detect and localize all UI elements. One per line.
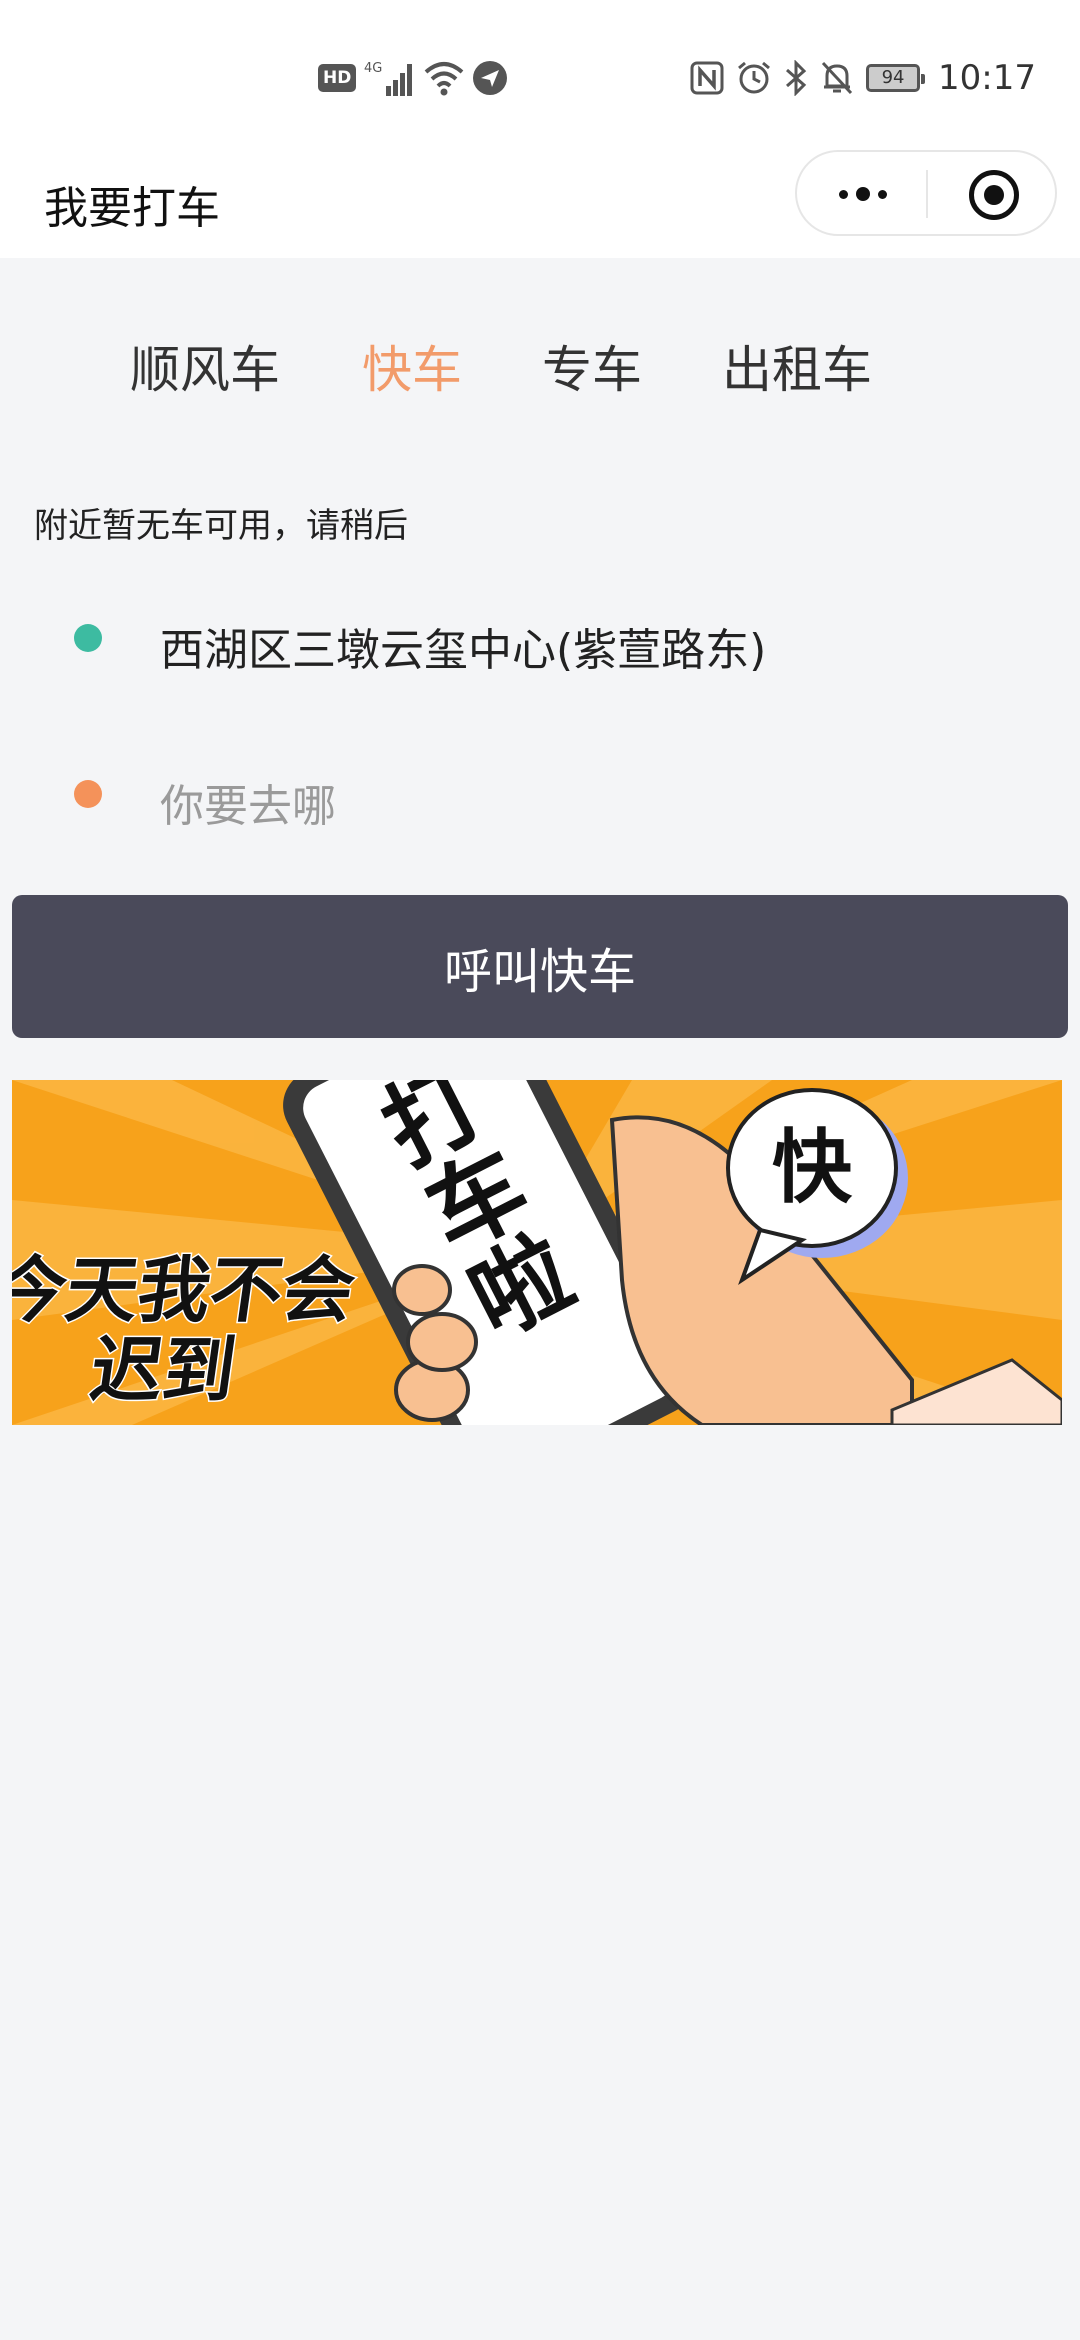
clock: 10:17 <box>938 58 1036 98</box>
page-title: 我要打车 <box>44 183 220 234</box>
close-target-icon[interactable] <box>969 170 1019 220</box>
mute-icon <box>821 61 853 95</box>
destination-row[interactable]: 你要去哪 <box>0 750 1080 840</box>
hd-icon: HD <box>318 64 357 92</box>
tab-zhuanche[interactable]: 专车 <box>542 330 642 402</box>
more-dots-icon[interactable] <box>833 176 893 212</box>
availability-notice: 附近暂无车可用，请稍后 <box>34 506 408 546</box>
call-kuaiche-button[interactable]: 呼叫快车 <box>12 895 1068 1038</box>
ride-type-tabs: 顺风车 快车 专车 出租车 <box>0 330 1080 400</box>
banner-illustration: 打车啦 快 今天我不会 迟到 <box>12 1080 1062 1425</box>
banner-slogan-line1: 今天我不会 <box>12 1249 360 1333</box>
nfc-icon <box>690 61 724 95</box>
origin-dot-icon <box>74 624 102 652</box>
promo-banner[interactable]: 打车啦 快 今天我不会 迟到 <box>12 1080 1062 1425</box>
signal-4g-icon: 4G <box>364 61 413 96</box>
mini-program-capsule <box>795 150 1057 236</box>
tab-chuzuche[interactable]: 出租车 <box>722 330 872 402</box>
nav-bar: 我要打车 <box>0 150 1080 258</box>
tab-shunfengche[interactable]: 顺风车 <box>130 330 280 402</box>
location-icon <box>473 61 508 95</box>
status-right-icons: 94 10:17 <box>690 54 1036 102</box>
destination-input[interactable]: 你要去哪 <box>160 770 336 834</box>
status-bar: HD 4G 94 10:17 <box>0 0 1080 150</box>
battery-icon: 94 <box>866 64 926 92</box>
tab-kuaiche[interactable]: 快车 <box>362 330 462 402</box>
alarm-icon <box>738 61 770 94</box>
destination-dot-icon <box>74 780 102 808</box>
wifi-icon <box>425 62 464 96</box>
banner-slogan-line2: 迟到 <box>85 1329 241 1413</box>
banner-bubble-text: 快 <box>772 1121 853 1214</box>
origin-row[interactable]: 西湖区三墩云玺中心(紫萱路东) <box>0 600 1080 690</box>
svg-text:4G: 4G <box>364 61 382 76</box>
status-left-icons: HD 4G <box>318 58 508 98</box>
capsule-divider <box>926 170 928 218</box>
bluetooth-icon <box>786 60 807 96</box>
origin-address[interactable]: 西湖区三墩云玺中心(紫萱路东) <box>160 614 766 678</box>
